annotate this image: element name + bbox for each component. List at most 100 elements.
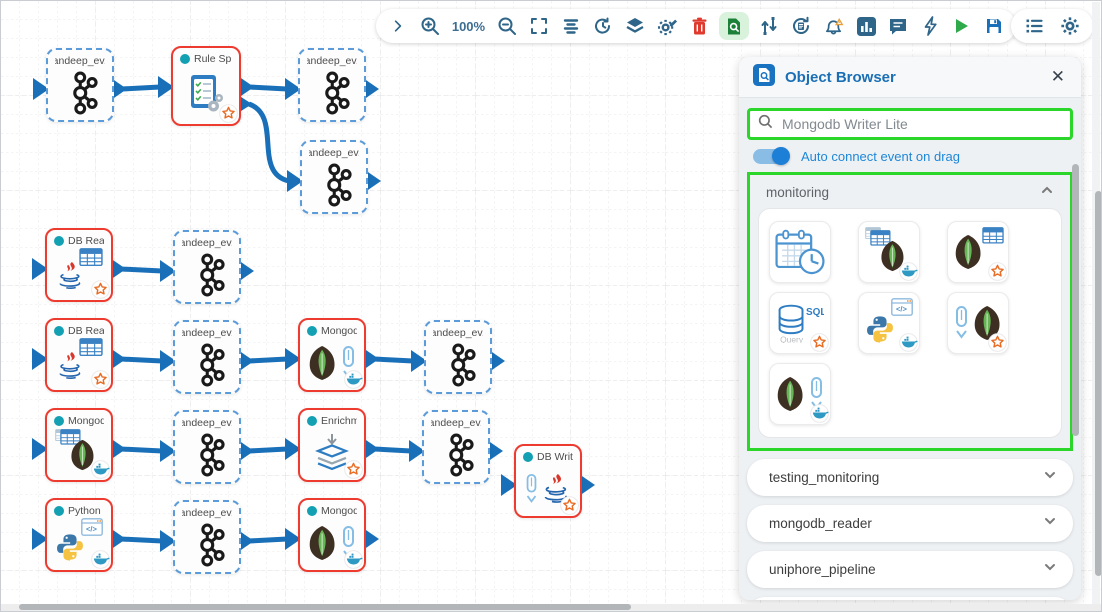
- zoom-in-button[interactable]: [418, 12, 442, 40]
- auto-align-button[interactable]: [559, 12, 583, 40]
- star-badge-icon: [988, 262, 1007, 281]
- node-label: Enrichm...: [307, 415, 357, 427]
- node-label: DB Writer: [523, 451, 573, 463]
- layers-button[interactable]: [623, 12, 647, 40]
- run-pipeline-button[interactable]: [950, 12, 974, 40]
- pipeline-node-n3[interactable]: sandeep_ev...: [298, 48, 366, 122]
- object-search-box: [747, 108, 1073, 140]
- section-clickhouse_reader[interactable]: clickhouse_reader: [747, 597, 1073, 600]
- pipeline-node-n15[interactable]: DB Writer: [514, 444, 582, 518]
- fit-screen-button[interactable]: [527, 12, 551, 40]
- node-label: sandeep_ev...: [433, 327, 483, 339]
- monitoring-charts-button[interactable]: [854, 12, 878, 40]
- docker-badge-icon: [91, 460, 110, 479]
- section-mongodb_reader[interactable]: mongodb_reader: [747, 505, 1073, 542]
- pipeline-node-n12[interactable]: sandeep_ev...: [173, 410, 241, 484]
- object-browser-header: Object Browser ✕: [739, 57, 1081, 98]
- pipeline-settings-button[interactable]: [655, 12, 680, 40]
- delete-button[interactable]: [688, 12, 712, 40]
- status-dot: [307, 416, 317, 426]
- section-label: uniphore_pipeline: [769, 562, 876, 577]
- star-badge-icon: [91, 280, 110, 299]
- window-scrollbar[interactable]: [1095, 191, 1102, 576]
- pipeline-node-n2[interactable]: Rule Spl...: [171, 46, 241, 126]
- pipeline-node-n9[interactable]: Mongod...: [298, 318, 366, 392]
- section-label: testing_monitoring: [769, 470, 879, 485]
- star-badge-icon: [344, 460, 363, 479]
- toggle-knob: [772, 147, 790, 165]
- auto-connect-button[interactable]: [757, 12, 781, 40]
- pipeline-node-n18[interactable]: Mongod...: [298, 498, 366, 572]
- svg-text:</>: </>: [86, 525, 97, 534]
- svg-text:SQL: SQL: [806, 307, 824, 318]
- mongodb-reader-lite-tile[interactable]: [947, 221, 1009, 283]
- sql-query-tile[interactable]: SQLQuery: [769, 292, 831, 354]
- section-uniphore_pipeline[interactable]: uniphore_pipeline: [747, 551, 1073, 588]
- object-browser-panel: Object Browser ✕ Auto connect event on d…: [739, 57, 1081, 600]
- scheduler-tile[interactable]: [769, 221, 831, 283]
- node-label: Mongod...: [307, 325, 357, 337]
- node-label: sandeep_ev...: [431, 417, 481, 429]
- star-badge-icon: [988, 333, 1007, 352]
- audit-log-button[interactable]: [789, 12, 813, 40]
- pipeline-node-n4[interactable]: sandeep_ev...: [300, 140, 368, 214]
- save-pipeline-button[interactable]: [982, 12, 1006, 40]
- pipeline-node-n14[interactable]: sandeep_ev...: [422, 410, 490, 484]
- node-label: Mongod...: [307, 505, 357, 517]
- docker-badge-icon: [344, 370, 363, 389]
- status-dot: [54, 416, 64, 426]
- zoom-out-button[interactable]: [495, 12, 519, 40]
- pipeline-node-n7[interactable]: DB Read...: [45, 318, 113, 392]
- status-dot: [307, 326, 317, 336]
- close-panel-button[interactable]: ✕: [1049, 67, 1067, 87]
- node-label: sandeep_ev...: [55, 55, 105, 67]
- toggle-label: Auto connect event on drag: [801, 149, 960, 164]
- section-testing_monitoring[interactable]: testing_monitoring: [747, 459, 1073, 496]
- section-header-monitoring[interactable]: monitoring: [758, 181, 1062, 208]
- pipeline-node-n10[interactable]: sandeep_ev...: [424, 320, 492, 394]
- object-browser-icon: [753, 64, 775, 91]
- panel-scrollbar[interactable]: [1072, 164, 1079, 436]
- comments-button[interactable]: [886, 12, 910, 40]
- settings-button[interactable]: [1058, 12, 1082, 40]
- mongodb-writer-tile[interactable]: [769, 363, 831, 425]
- node-label: sandeep_ev...: [182, 417, 232, 429]
- side-toolbar: [1011, 9, 1093, 43]
- status-dot: [523, 452, 533, 462]
- mongodb-reader-tile[interactable]: [858, 221, 920, 283]
- search-icon: [758, 114, 773, 134]
- pipeline-node-n13[interactable]: Enrichm...: [298, 408, 366, 482]
- node-label: Rule Spl...: [180, 53, 232, 65]
- pipeline-node-n8[interactable]: sandeep_ev...: [173, 320, 241, 394]
- pipeline-node-n6[interactable]: sandeep_ev...: [173, 230, 241, 304]
- main-toolbar: 100%: [376, 9, 1016, 43]
- kafka-icon: [424, 432, 488, 478]
- pipeline-node-n5[interactable]: DB Read...: [45, 228, 113, 302]
- star-badge-icon: [810, 333, 829, 352]
- expand-toolbar-button[interactable]: [386, 12, 410, 40]
- docker-badge-icon: [899, 333, 918, 352]
- status-dot: [54, 506, 64, 516]
- panel-title: Object Browser: [785, 69, 1039, 86]
- search-input[interactable]: [780, 115, 1062, 133]
- history-button[interactable]: [591, 12, 615, 40]
- pipeline-node-n17[interactable]: sandeep_ev...: [173, 500, 241, 574]
- pipeline-node-n1[interactable]: sandeep_ev...: [46, 48, 114, 122]
- zoom-level-label[interactable]: 100%: [450, 12, 487, 40]
- status-dot: [307, 506, 317, 516]
- object-browser-toggle-button[interactable]: [719, 12, 749, 40]
- node-label: sandeep_ev...: [309, 147, 359, 159]
- python-tile[interactable]: </>: [858, 292, 920, 354]
- alerts-button[interactable]: [821, 12, 846, 40]
- auto-connect-toggle[interactable]: [753, 149, 789, 164]
- star-badge-icon: [560, 496, 579, 515]
- node-label: Mongod...: [54, 415, 104, 427]
- pipeline-node-n16[interactable]: Python ... </>: [45, 498, 113, 572]
- pipeline-node-n11[interactable]: Mongod...: [45, 408, 113, 482]
- calendar-clock-icon: [774, 229, 826, 275]
- trigger-button[interactable]: [918, 12, 942, 40]
- node-label: sandeep_ev...: [307, 55, 357, 67]
- pipeline-list-button[interactable]: [1022, 12, 1046, 40]
- mongodb-writer-lite-tile[interactable]: [947, 292, 1009, 354]
- horizontal-scrollbar[interactable]: [19, 604, 631, 610]
